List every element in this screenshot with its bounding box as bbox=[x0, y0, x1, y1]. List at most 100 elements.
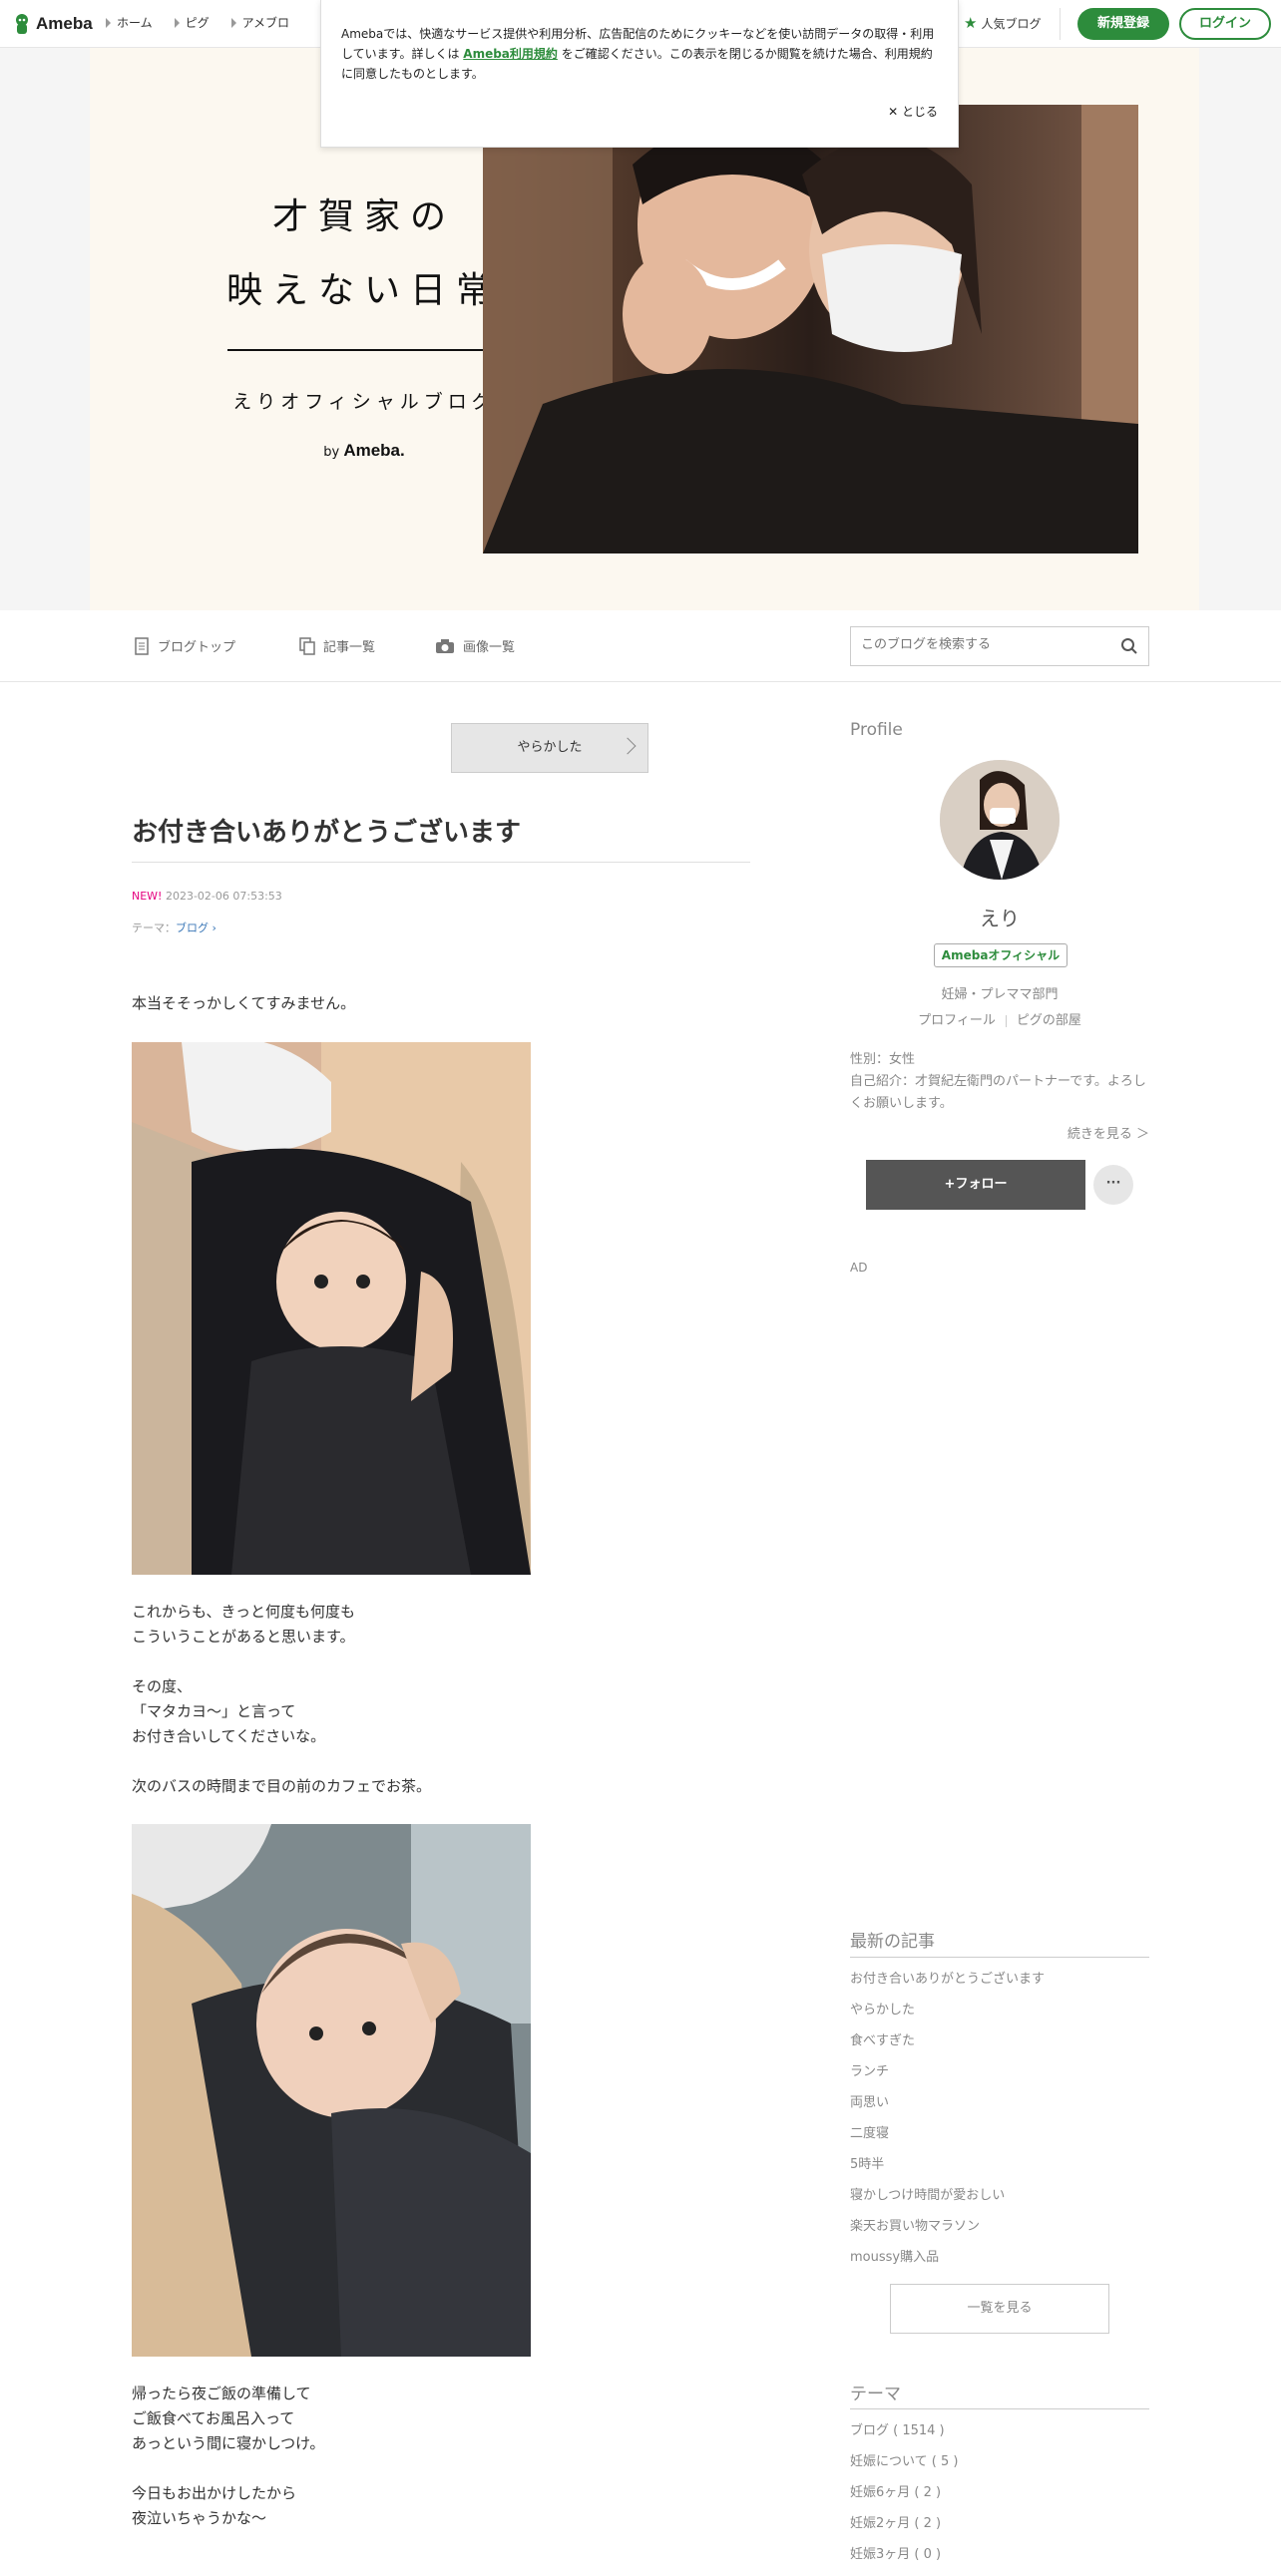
chevron-right-icon bbox=[230, 17, 236, 28]
paragraph-line: ご飯食べてお風呂入って bbox=[132, 2409, 295, 2427]
search-input[interactable] bbox=[861, 637, 1110, 652]
search-icon[interactable] bbox=[1120, 637, 1138, 655]
chevron-right-icon bbox=[619, 737, 637, 755]
blog-top-label: ブログトップ bbox=[158, 640, 236, 655]
popular-blog-label: 人気ブログ bbox=[981, 16, 1042, 31]
theme-link[interactable]: 妊娠2ヶ月 ( 2 ) bbox=[850, 2514, 958, 2545]
cookie-close-button[interactable]: ✕ とじる bbox=[888, 102, 938, 122]
nav-pigg-label: ピグ bbox=[185, 16, 210, 30]
header-photo bbox=[483, 105, 1138, 553]
paragraph-line: これからも、きっと何度も何度も bbox=[132, 1603, 355, 1621]
profile-category[interactable]: 妊婦・プレママ部門 bbox=[850, 983, 1149, 1002]
recent-entry-link[interactable]: 両思い bbox=[850, 2093, 1045, 2124]
prev-entry-button[interactable]: やらかした bbox=[451, 723, 648, 773]
image-list-label: 画像一覧 bbox=[463, 640, 516, 655]
recent-entry-link[interactable]: 楽天お買い物マラソン bbox=[850, 2217, 1045, 2248]
nav-home-label: ホーム bbox=[117, 16, 153, 30]
ameba-brand: Ameba. bbox=[343, 441, 405, 460]
article-paragraph: 今日もお出かけしたから 夜泣いちゃうかな〜 bbox=[132, 2481, 296, 2531]
recent-entry-link[interactable]: 寝かしつけ時間が愛おしい bbox=[850, 2186, 1045, 2217]
read-more-link[interactable]: 続きを見る ＞ bbox=[850, 1123, 1149, 1142]
divider bbox=[850, 1957, 1149, 1958]
divider bbox=[850, 2408, 1149, 2409]
paragraph-line: 夜泣いちゃうかな〜 bbox=[132, 2509, 267, 2527]
profile-link[interactable]: プロフィール bbox=[918, 1013, 996, 1028]
themes-heading: テーマ bbox=[850, 2385, 901, 2404]
article-theme: テーマ：ブログ › bbox=[132, 920, 216, 935]
profile-heading: Profile bbox=[850, 720, 903, 740]
terms-link[interactable]: Ameba利用規約 bbox=[463, 47, 558, 61]
paragraph-line: 帰ったら夜ご飯の準備して bbox=[132, 2385, 311, 2402]
login-button[interactable]: ログイン bbox=[1179, 8, 1271, 40]
theme-link[interactable]: ブログ ( 1514 ) bbox=[850, 2421, 958, 2452]
article-paragraph: 次のバスの時間まで目の前のカフェでお茶。 bbox=[132, 1777, 432, 1795]
chevron-right-icon bbox=[174, 17, 180, 28]
copy-icon bbox=[299, 636, 315, 655]
ameba-logo-text: Ameba bbox=[36, 14, 93, 33]
article-photo-1[interactable] bbox=[132, 1042, 531, 1575]
article-date: 2023-02-06 07:53:53 bbox=[165, 890, 282, 903]
global-nav: ホーム ピグ アメブロ bbox=[106, 14, 289, 31]
profile-name[interactable]: えり bbox=[850, 903, 1149, 931]
themes-list: ブログ ( 1514 ) 妊娠について ( 5 ) 妊娠6ヶ月 ( 2 ) 妊娠… bbox=[850, 2421, 958, 2576]
recent-entry-link[interactable]: お付き合いありがとうございます bbox=[850, 1970, 1045, 2001]
ameba-logo[interactable]: Ameba bbox=[12, 12, 93, 36]
profile-links: プロフィール ピグの部屋 bbox=[850, 1009, 1149, 1028]
theme-link[interactable]: ブログ › bbox=[176, 921, 216, 934]
cookie-close-label: とじる bbox=[901, 105, 938, 119]
close-icon: ✕ bbox=[888, 105, 902, 119]
official-badge: Amebaオフィシャル bbox=[934, 943, 1068, 967]
title-divider bbox=[227, 349, 507, 351]
nav-home[interactable]: ホーム bbox=[106, 14, 153, 31]
chevron-right-icon bbox=[106, 17, 111, 28]
nav-ameblo-label: アメブロ bbox=[241, 16, 290, 30]
recent-entry-link[interactable]: 二度寝 bbox=[850, 2124, 1045, 2155]
paragraph-line: こういうことがあると思います。 bbox=[132, 1628, 355, 1646]
paragraph-line: お付き合いしてくださいな。 bbox=[132, 1727, 326, 1745]
nav-ameblo[interactable]: アメブロ bbox=[230, 14, 290, 31]
blog-top-link[interactable]: ブログトップ bbox=[134, 636, 235, 655]
divider bbox=[1005, 1014, 1007, 1027]
article-paragraph: その度、 「マタカヨ〜」と言って お付き合いしてくださいな。 bbox=[132, 1674, 325, 1749]
profile-gender: 性別：女性 bbox=[850, 1052, 916, 1067]
view-all-entries-button[interactable]: 一覧を見る bbox=[890, 2284, 1109, 2334]
nav-pigg[interactable]: ピグ bbox=[174, 14, 210, 31]
paragraph-line: その度、 bbox=[132, 1677, 193, 1695]
entry-list-label: 記事一覧 bbox=[323, 640, 376, 655]
recent-entry-link[interactable]: moussy購入品 bbox=[850, 2248, 1045, 2279]
avatar[interactable] bbox=[940, 760, 1060, 880]
theme-label: テーマ： bbox=[132, 921, 176, 934]
recent-entry-link[interactable]: やらかした bbox=[850, 2001, 1045, 2031]
theme-link[interactable]: 妊娠について ( 5 ) bbox=[850, 2452, 958, 2483]
register-button[interactable]: 新規登録 bbox=[1077, 8, 1169, 40]
article-title[interactable]: お付き合いありがとうございます bbox=[132, 812, 521, 849]
blog-search bbox=[850, 626, 1149, 666]
cookie-banner: Amebaでは、快適なサービス提供や利用分析、広告配信のためにクッキーなどを使い… bbox=[320, 0, 959, 148]
theme-link[interactable]: 妊娠6ヶ月 ( 2 ) bbox=[850, 2483, 958, 2514]
article-paragraph: これからも、きっと何度も何度も こういうことがあると思います。 bbox=[132, 1600, 355, 1650]
pigg-room-link[interactable]: ピグの部屋 bbox=[1017, 1013, 1081, 1028]
popular-blog-link[interactable]: ★ 人気ブログ bbox=[964, 14, 1041, 32]
ameba-mascot-icon bbox=[16, 14, 28, 34]
couple-photo-image bbox=[483, 105, 1138, 553]
recent-entry-link[interactable]: ランチ bbox=[850, 2062, 1045, 2093]
article-paragraph: 本当そそっかしくてすみません。 bbox=[132, 994, 356, 1012]
by-label: by bbox=[323, 445, 340, 460]
image-list-link[interactable]: 画像一覧 bbox=[435, 636, 515, 655]
article-photo-2[interactable] bbox=[132, 1824, 531, 2357]
profile-intro: 自己紹介：才賀紀左衛門のパートナーです。よろしくお願いします。 bbox=[850, 1074, 1146, 1111]
ad-label: AD bbox=[850, 1261, 868, 1275]
more-options-button[interactable]: ··· bbox=[1093, 1165, 1133, 1205]
follow-button[interactable]: +フォロー bbox=[866, 1160, 1085, 1210]
camera-icon bbox=[436, 638, 454, 653]
title-divider bbox=[132, 862, 750, 863]
recent-entries-heading: 最新の記事 bbox=[850, 1932, 935, 1952]
star-icon: ★ bbox=[964, 14, 978, 32]
baby-photo-image bbox=[132, 1042, 531, 1575]
profile-avatar-image bbox=[940, 760, 1060, 880]
entry-list-link[interactable]: 記事一覧 bbox=[299, 636, 375, 655]
recent-entry-link[interactable]: 食べすぎた bbox=[850, 2031, 1045, 2062]
recent-entry-link[interactable]: 5時半 bbox=[850, 2155, 1045, 2186]
divider bbox=[1060, 8, 1061, 40]
article-paragraph: 帰ったら夜ご飯の準備して ご飯食べてお風呂入って あっという間に寝かしつけ。 bbox=[132, 2382, 324, 2456]
